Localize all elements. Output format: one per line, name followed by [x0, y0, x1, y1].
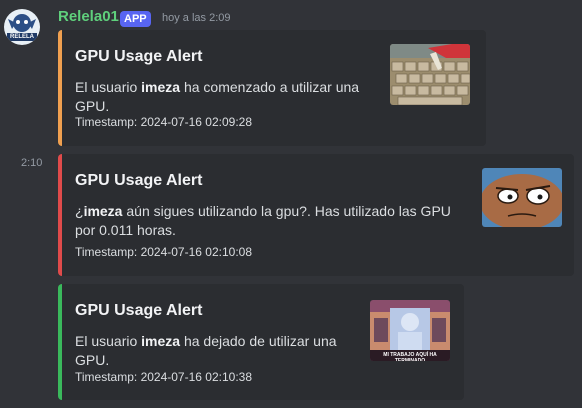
message-timestamp: hoy a las 2:09: [162, 12, 231, 24]
embed-title[interactable]: GPU Usage Alert: [75, 172, 202, 190]
embed-description: El usuario imeza ha dejado de utilizar u…: [75, 332, 365, 370]
desc-text: ¿: [75, 203, 84, 219]
embed-footer: Timestamp: 2024-07-16 02:10:08: [75, 245, 252, 259]
author-name[interactable]: Relela01: [58, 8, 119, 25]
avatar[interactable]: RELELA: [4, 9, 40, 45]
embed-thumbnail-cartoon-face[interactable]: [482, 168, 562, 227]
desc-username: imeza: [83, 203, 123, 219]
embed-description: El usuario imeza ha comenzado a utilizar…: [75, 78, 365, 116]
embed-gpu-start: GPU Usage Alert El usuario imeza ha come…: [58, 30, 486, 146]
app-badge: APP: [120, 11, 151, 27]
embed-title[interactable]: GPU Usage Alert: [75, 48, 202, 66]
avatar-logo-text: RELELA: [10, 34, 34, 40]
embed-footer: Timestamp: 2024-07-16 02:09:28: [75, 115, 252, 129]
side-timestamp: 2:10: [21, 157, 43, 169]
desc-username: imeza: [141, 333, 181, 349]
desc-username: imeza: [141, 79, 181, 95]
embed-thumbnail-meme[interactable]: MI TRABAJO AQUÍ HA TERMINADO: [370, 300, 450, 361]
embed-thumbnail-keyboard[interactable]: [390, 44, 470, 105]
embed-description: ¿imeza aún sigues utilizando la gpu?. Ha…: [75, 202, 460, 240]
desc-text: El usuario: [75, 333, 142, 349]
desc-text: aún sigues utilizando la gpu?. Has utili…: [75, 203, 451, 238]
embed-gpu-still-using: GPU Usage Alert ¿imeza aún sigues utiliz…: [58, 154, 574, 276]
embed-footer: Timestamp: 2024-07-16 02:10:38: [75, 370, 252, 384]
meme-caption: MI TRABAJO AQUÍ HA TERMINADO: [383, 352, 437, 361]
desc-text: El usuario: [75, 79, 142, 95]
embed-gpu-stopped: GPU Usage Alert El usuario imeza ha deja…: [58, 284, 464, 400]
embed-title[interactable]: GPU Usage Alert: [75, 302, 202, 320]
